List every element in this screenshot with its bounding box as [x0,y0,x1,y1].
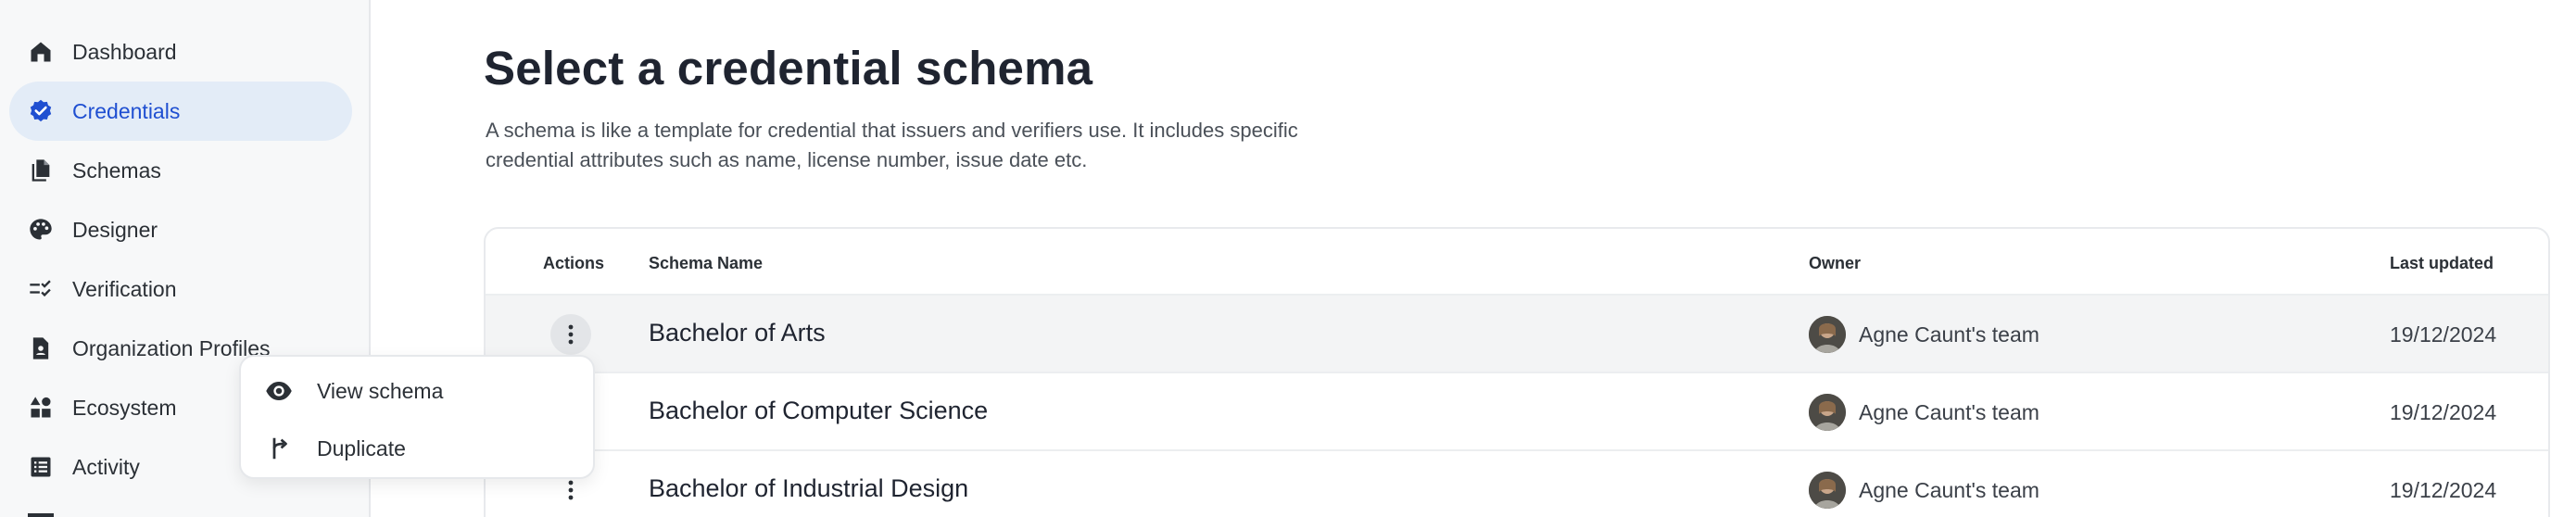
last-updated: 19/12/2024 [2390,322,2497,347]
last-updated: 19/12/2024 [2390,478,2497,502]
owner-name: Agne Caunt's team [1859,478,2039,502]
sidebar-item-designer[interactable]: Designer [9,200,352,259]
documents-icon [28,158,54,183]
sidebar-item-label: Dashboard [72,39,177,64]
category-icon [28,395,54,421]
schema-name: Bachelor of Arts [649,319,826,347]
table-row[interactable]: Bachelor of Computer Science Agne Caunt'… [486,372,2548,449]
menu-item-label: View schema [317,379,444,403]
column-header-owner[interactable]: Owner [1809,254,1861,273]
page-title: Select a credential schema [484,42,1093,95]
sidebar-item-credentials[interactable]: Credentials [9,82,352,141]
menu-item-view-schema[interactable]: View schema [241,362,593,418]
avatar [1809,394,1846,431]
table-row[interactable]: Bachelor of Arts Agne Caunt's team 19/12… [486,294,2548,372]
schema-table: Actions Schema Name Owner Last updated B… [484,227,2550,517]
sidebar-item-label: Verification [72,276,177,301]
last-updated: 19/12/2024 [2390,400,2497,424]
page-description: A schema is like a template for credenti… [486,119,1298,171]
table-row[interactable]: Bachelor of Industrial Design Agne Caunt… [486,449,2548,517]
home-icon [28,39,54,65]
badge-icon [28,335,54,361]
column-header-actions: Actions [543,254,605,272]
duplicate-icon [265,435,293,462]
sidebar-overflow-icon [28,508,54,517]
eye-icon [265,377,293,405]
sidebar-item-label: Activity [72,454,140,479]
verified-badge-icon [28,98,54,124]
sidebar-item-dashboard[interactable]: Dashboard [9,22,352,82]
column-header-schema-name[interactable]: Schema Name [649,254,763,273]
avatar [1809,316,1846,353]
more-actions-button[interactable] [550,314,591,355]
checklist-icon [28,276,54,302]
schema-name: Bachelor of Industrial Design [649,474,969,502]
schema-name: Bachelor of Computer Science [649,397,989,424]
sidebar-item-label: Organization Profiles [72,335,271,360]
main-content: Select a credential schema A schema is l… [371,0,2576,517]
menu-item-duplicate[interactable]: Duplicate [241,420,593,475]
more-vertical-icon [568,324,574,345]
menu-item-label: Duplicate [317,436,406,460]
more-vertical-icon [568,480,574,500]
palette-icon [28,217,54,243]
sidebar-item-schemas[interactable]: Schemas [9,141,352,200]
avatar [1809,472,1846,509]
column-header-last-updated[interactable]: Last updated [2390,254,2494,273]
list-icon [28,454,54,480]
sidebar-item-label: Ecosystem [72,395,177,420]
sidebar-item-label: Schemas [72,158,161,183]
owner-name: Agne Caunt's team [1859,400,2039,424]
row-actions-menu: View schema Duplicate [239,355,595,479]
sidebar-item-verification[interactable]: Verification [9,259,352,319]
owner-name: Agne Caunt's team [1859,322,2039,347]
sidebar-item-label: Credentials [72,98,181,123]
sidebar-item-label: Designer [72,217,158,242]
